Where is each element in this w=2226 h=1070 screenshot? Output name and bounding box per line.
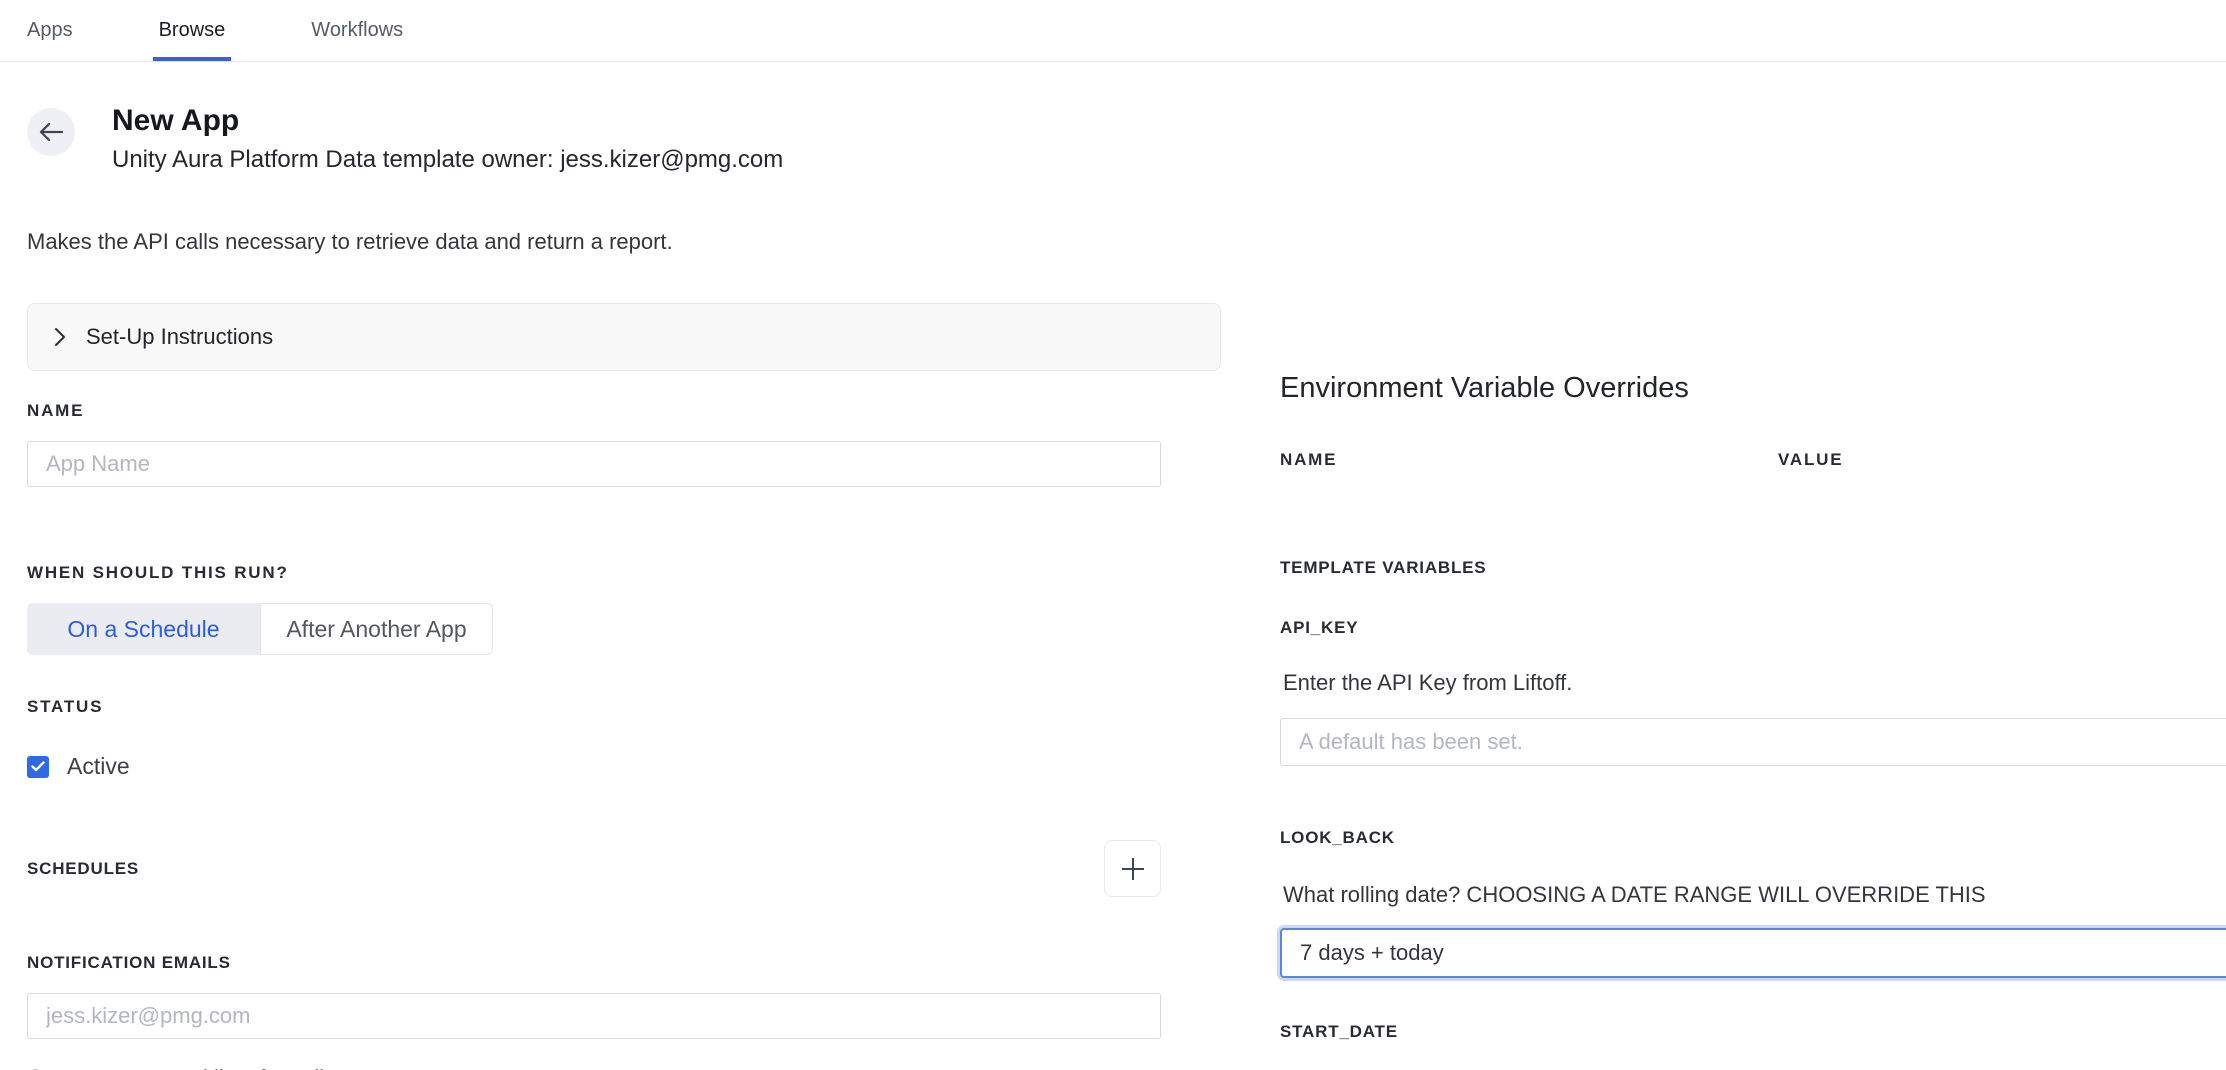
column-header-value: VALUE [1778, 450, 1843, 470]
run-option-on-a-schedule[interactable]: On a Schedule [27, 603, 260, 655]
back-arrow-icon [38, 121, 64, 143]
var-name-start-date: START_DATE [1280, 1022, 2226, 1042]
run-mode-segmented-control: On a Schedule After Another App [27, 603, 493, 655]
page-header: New App Unity Aura Platform Data templat… [27, 102, 1221, 174]
page-header-text: New App Unity Aura Platform Data templat… [112, 102, 783, 174]
run-option-after-another-app[interactable]: After Another App [260, 603, 493, 655]
tab-apps[interactable]: Apps [27, 0, 73, 61]
var-input-api-key[interactable] [1280, 718, 2226, 766]
notification-emails-label: NOTIFICATION EMAILS [27, 953, 1221, 973]
app-form-column: New App Unity Aura Platform Data templat… [27, 62, 1221, 1070]
var-help-api-key: Enter the API Key from Liftoff. [1280, 670, 2226, 696]
var-name-api-key: API_KEY [1280, 618, 2226, 638]
app-description: Makes the API calls necessary to retriev… [27, 229, 1221, 255]
notification-emails-help: Comma separated list of emails [27, 1065, 1221, 1070]
tab-browse[interactable]: Browse [159, 0, 226, 61]
schedules-row: SCHEDULES [27, 840, 1161, 897]
plus-icon [1119, 855, 1147, 883]
active-checkbox-label: Active [67, 753, 130, 780]
main-content: New App Unity Aura Platform Data templat… [0, 62, 2226, 1070]
page-subtitle: Unity Aura Platform Data template owner:… [112, 146, 783, 174]
checkmark-icon [31, 761, 45, 772]
back-button[interactable] [27, 108, 75, 156]
name-label: NAME [27, 401, 1221, 421]
env-overrides-heading: Environment Variable Overrides [1280, 372, 2226, 405]
notification-emails-input[interactable] [27, 993, 1161, 1039]
active-status-row: Active [27, 753, 1221, 780]
run-schedule-label: WHEN SHOULD THIS RUN? [27, 563, 1221, 583]
schedules-label: SCHEDULES [27, 859, 139, 879]
var-input-look-back[interactable] [1280, 928, 2226, 978]
setup-instructions-accordion[interactable]: Set-Up Instructions [27, 303, 1221, 371]
page-title: New App [112, 102, 783, 140]
app-name-input[interactable] [27, 441, 1161, 487]
active-checkbox[interactable] [27, 756, 49, 778]
status-label: STATUS [27, 697, 1221, 717]
top-tab-bar: Apps Browse Workflows [0, 0, 2226, 62]
setup-instructions-label: Set-Up Instructions [86, 324, 273, 350]
column-header-name: NAME [1280, 450, 1778, 470]
add-schedule-button[interactable] [1104, 840, 1161, 897]
var-name-look-back: LOOK_BACK [1280, 828, 2226, 848]
var-help-look-back: What rolling date? CHOOSING A DATE RANGE… [1280, 882, 2226, 908]
tab-workflows[interactable]: Workflows [311, 0, 403, 61]
template-variables-label: TEMPLATE VARIABLES [1280, 558, 2226, 578]
env-overrides-column: Environment Variable Overrides NAME VALU… [1280, 62, 2226, 1042]
env-overrides-table-header: NAME VALUE [1280, 450, 2226, 470]
chevron-right-icon [54, 327, 66, 347]
